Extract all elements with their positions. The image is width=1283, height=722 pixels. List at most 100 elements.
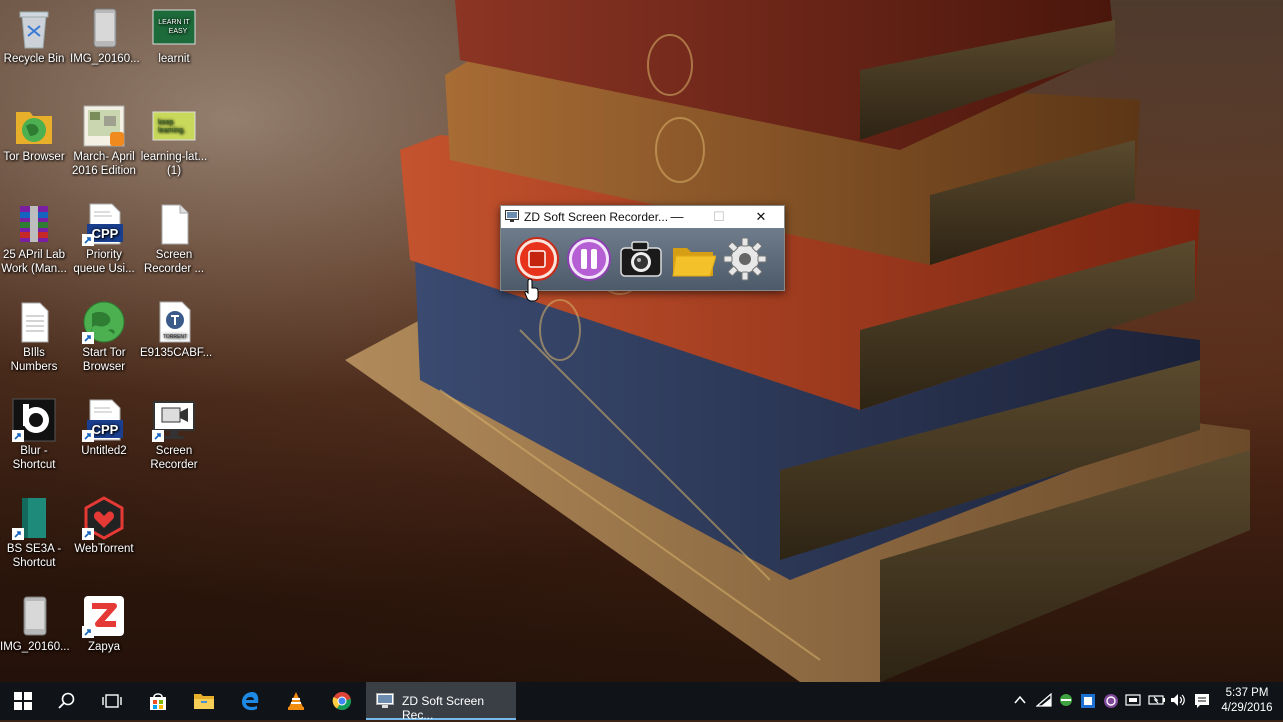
settings-button[interactable] bbox=[722, 236, 768, 282]
chrome-icon bbox=[332, 692, 352, 711]
desktop-icon-bills-numbers[interactable]: BIlls Numbers bbox=[0, 300, 68, 374]
volume-icon[interactable] bbox=[1170, 693, 1186, 710]
desktop-icon-label: Untitled2 bbox=[81, 445, 127, 457]
desktop-icon-webtorrent[interactable]: WebTorrent bbox=[70, 496, 138, 556]
clock-time: 5:37 PM bbox=[1225, 687, 1269, 699]
task-view-icon bbox=[102, 694, 122, 708]
search-button[interactable] bbox=[44, 682, 90, 720]
mouse-cursor-icon bbox=[524, 278, 539, 302]
recorder-window[interactable]: ZD Soft Screen Recorder... — ☐ ✕ bbox=[500, 205, 785, 291]
desktop-icon-march-april[interactable]: March- April 2016 Edition bbox=[70, 104, 138, 178]
desktop-icon-label: 25 APril Lab Work (Man... bbox=[1, 249, 67, 275]
vlc-icon bbox=[288, 692, 304, 710]
clock-date: 4/29/2016 bbox=[1221, 702, 1273, 714]
tor-browser-icon bbox=[12, 104, 56, 148]
start-button[interactable] bbox=[0, 682, 46, 720]
bills-numbers-icon bbox=[12, 300, 56, 344]
pause-button[interactable] bbox=[566, 236, 612, 282]
desktop-icon-priority-queue[interactable]: CPP Priority queue Usi... bbox=[70, 202, 138, 276]
system-clock[interactable]: 5:37 PM 4/29/2016 bbox=[1220, 686, 1274, 716]
img2-icon bbox=[12, 594, 56, 638]
desktop-icon-img2[interactable]: IMG_20160... bbox=[0, 594, 70, 654]
start-icon bbox=[14, 692, 32, 710]
desktop-icon-img1[interactable]: IMG_20160... bbox=[70, 6, 140, 66]
desktop-icon-blur-shortcut[interactable]: Blur - Shortcut bbox=[0, 398, 68, 472]
desktop-icon-zapya[interactable]: Zapya bbox=[70, 594, 138, 654]
recycle-bin-icon bbox=[12, 6, 56, 50]
search-icon bbox=[58, 692, 75, 709]
svg-text:learning.: learning. bbox=[158, 127, 185, 134]
desktop-icon-bs-se3a[interactable]: BS SE3A - Shortcut bbox=[0, 496, 68, 570]
desktop-icon-label: IMG_20160... bbox=[0, 641, 70, 653]
desktop-icon-label: learning-lat... (1) bbox=[140, 151, 208, 177]
lab-work-icon bbox=[12, 202, 56, 246]
desktop-icon-label: Start Tor Browser bbox=[82, 347, 126, 373]
desktop-icon-label: BIlls Numbers bbox=[10, 347, 58, 373]
file-explorer-button[interactable] bbox=[181, 682, 227, 720]
tray-app-blue-icon[interactable] bbox=[1080, 693, 1096, 712]
learning-lat-icon: keep learning. bbox=[152, 104, 196, 148]
snapshot-button[interactable] bbox=[618, 236, 664, 282]
screen-recorder-app-icon bbox=[152, 398, 196, 442]
svg-text:TORRENT: TORRENT bbox=[163, 334, 187, 340]
recorder-taskbar-icon bbox=[376, 693, 394, 708]
task-view-button[interactable] bbox=[89, 682, 135, 720]
desktop-icon-torrent-file[interactable]: TORRENT E9135CABF... bbox=[140, 300, 213, 360]
store-icon bbox=[150, 693, 166, 710]
desktop-icon-label: Priority queue Usi... bbox=[73, 249, 135, 275]
battery-icon[interactable] bbox=[1148, 693, 1166, 710]
taskbar-item-screen-recorder[interactable]: ZD Soft Screen Rec... bbox=[366, 682, 516, 722]
close-button[interactable]: ✕ bbox=[741, 206, 781, 228]
action-center-icon[interactable] bbox=[1194, 693, 1210, 712]
edge-button[interactable] bbox=[227, 682, 273, 720]
tray-app-green-icon[interactable] bbox=[1058, 693, 1074, 710]
cpp-badge-text: CPP bbox=[92, 422, 119, 437]
desktop-icon-label: Recycle Bin bbox=[3, 53, 65, 65]
tray-tor-icon[interactable] bbox=[1103, 693, 1119, 712]
show-hidden-icons-chevron-up-icon[interactable] bbox=[1014, 693, 1026, 710]
desktop-icon-recycle-bin[interactable]: Recycle Bin bbox=[0, 6, 68, 66]
vlc-button[interactable] bbox=[273, 682, 319, 720]
desktop-icon-untitled2[interactable]: CPP Untitled2 bbox=[70, 398, 138, 458]
edge-icon bbox=[242, 692, 259, 711]
march-april-icon bbox=[82, 104, 126, 148]
desktop-icon-label: WebTorrent bbox=[74, 543, 134, 555]
desktop-icon-start-tor[interactable]: Start Tor Browser bbox=[70, 300, 138, 374]
desktop-icon-label: E9135CABF... bbox=[140, 347, 213, 359]
network-icon[interactable] bbox=[1035, 692, 1052, 710]
svg-text:LEARN IT: LEARN IT bbox=[158, 19, 190, 26]
webtorrent-icon bbox=[82, 496, 126, 540]
recorder-title: ZD Soft Screen Recorder... bbox=[524, 210, 669, 224]
desktop-icon-label: Tor Browser bbox=[3, 151, 65, 163]
desktop-icon-learnit[interactable]: LEARN IT EASY learnit bbox=[140, 6, 208, 66]
priority-queue-icon: CPP bbox=[82, 202, 126, 246]
desktop-wallpaper: Recycle Bin IMG_20160... LEARN IT EASY learn… bbox=[0, 0, 1283, 682]
desktop-icon-label: Screen Recorder bbox=[150, 445, 198, 471]
untitled2-icon: CPP bbox=[82, 398, 126, 442]
screen-recorder-doc-icon bbox=[152, 202, 196, 246]
desktop-icon-lab-work[interactable]: 25 APril Lab Work (Man... bbox=[0, 202, 68, 276]
desktop-icon-label: learnit bbox=[158, 53, 190, 65]
tray-screen-icon[interactable] bbox=[1125, 693, 1141, 712]
torrent-file-icon: TORRENT bbox=[152, 300, 196, 344]
desktop-icon-tor-browser[interactable]: Tor Browser bbox=[0, 104, 68, 164]
desktop-icon-label: March- April 2016 Edition bbox=[72, 151, 136, 177]
recorder-toolbar bbox=[501, 228, 784, 290]
desktop-icon-screen-recorder-doc[interactable]: Screen Recorder ... bbox=[140, 202, 208, 276]
minimize-button[interactable]: — bbox=[657, 206, 697, 228]
bs-se3a-icon bbox=[12, 496, 56, 540]
learnit-icon: LEARN IT EASY bbox=[152, 6, 196, 50]
chrome-button[interactable] bbox=[319, 682, 365, 720]
desktop-icon-label: IMG_20160... bbox=[70, 53, 140, 65]
taskbar-item-label: ZD Soft Screen Rec... bbox=[402, 694, 485, 722]
start-tor-icon bbox=[82, 300, 126, 344]
svg-text:keep: keep bbox=[158, 119, 173, 126]
stop-record-button[interactable] bbox=[514, 236, 560, 282]
folder-button[interactable] bbox=[670, 236, 716, 282]
file-explorer-icon bbox=[194, 694, 214, 709]
desktop-icon-learning-lat[interactable]: keep learning. learning-lat... (1) bbox=[140, 104, 208, 178]
recorder-titlebar[interactable]: ZD Soft Screen Recorder... — ☐ ✕ bbox=[501, 206, 784, 228]
desktop-icon-screen-recorder-app[interactable]: Screen Recorder bbox=[140, 398, 208, 472]
store-button[interactable] bbox=[135, 682, 181, 720]
desktop-icon-label: BS SE3A - Shortcut bbox=[6, 543, 62, 569]
